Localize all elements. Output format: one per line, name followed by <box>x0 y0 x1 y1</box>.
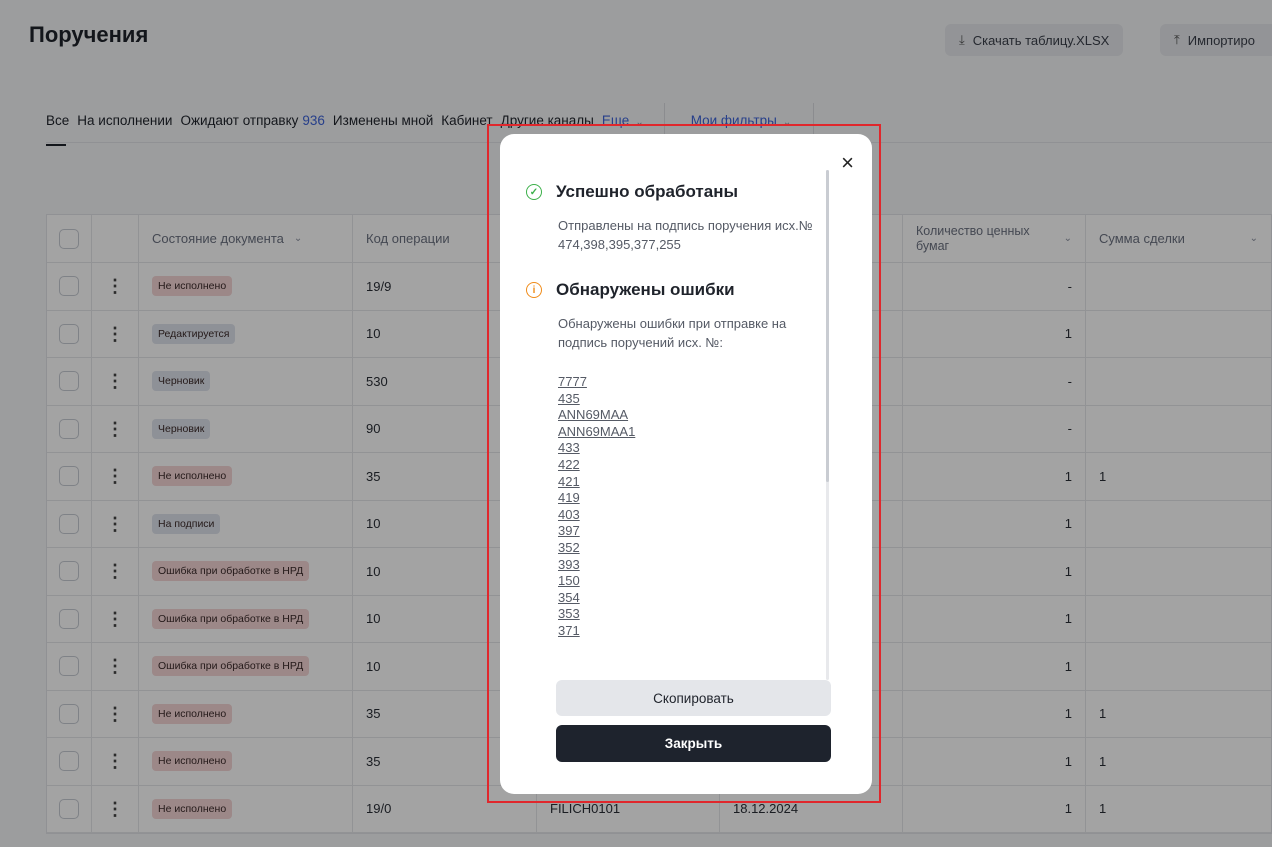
error-number-link[interactable]: 419 <box>558 490 828 507</box>
error-number-link[interactable]: 397 <box>558 523 828 540</box>
error-number-link[interactable]: 421 <box>558 474 828 491</box>
error-text: Обнаружены ошибки при отправке на подпис… <box>558 316 787 350</box>
error-number-link[interactable]: 393 <box>558 557 828 574</box>
error-number-link[interactable]: 352 <box>558 540 828 557</box>
close-button[interactable]: Закрыть <box>556 725 831 762</box>
result-dialog: × ✓ Успешно обработаны Отправлены на под… <box>500 134 872 794</box>
error-number-link[interactable]: 433 <box>558 440 828 457</box>
close-icon[interactable]: × <box>841 152 854 174</box>
error-number-link[interactable]: 435 <box>558 391 828 408</box>
error-number-link[interactable]: 371 <box>558 623 828 640</box>
dialog-scroll-area[interactable]: ✓ Успешно обработаны Отправлены на подпи… <box>526 174 828 679</box>
copy-button[interactable]: Скопировать <box>556 680 831 716</box>
page: Поручения ⤓ Скачать таблицу.XLSX ⤒ Импор… <box>0 0 1272 847</box>
info-circle-icon: i <box>526 282 542 298</box>
error-number-link[interactable]: 353 <box>558 606 828 623</box>
success-heading: ✓ Успешно обработаны <box>526 182 828 202</box>
error-heading: i Обнаружены ошибки <box>526 280 828 300</box>
error-number-list: 7777 435 ANN69MAA ANN69MAA1 433 422 421 419 403 3… <box>558 374 828 640</box>
error-number-link[interactable]: 7777 <box>558 374 828 391</box>
error-number-link[interactable]: 150 <box>558 573 828 590</box>
error-number-link[interactable]: ANN69MAA1 <box>558 424 828 441</box>
error-number-link[interactable]: 354 <box>558 590 828 607</box>
success-text: Отправлены на подпись поручения исх.№ 47… <box>558 218 813 252</box>
success-title: Успешно обработаны <box>556 182 738 201</box>
error-title: Обнаружены ошибки <box>556 280 735 299</box>
error-number-link[interactable]: 403 <box>558 507 828 524</box>
error-number-link[interactable]: 422 <box>558 457 828 474</box>
error-number-link[interactable]: ANN69MAA <box>558 407 828 424</box>
check-circle-icon: ✓ <box>526 184 542 200</box>
